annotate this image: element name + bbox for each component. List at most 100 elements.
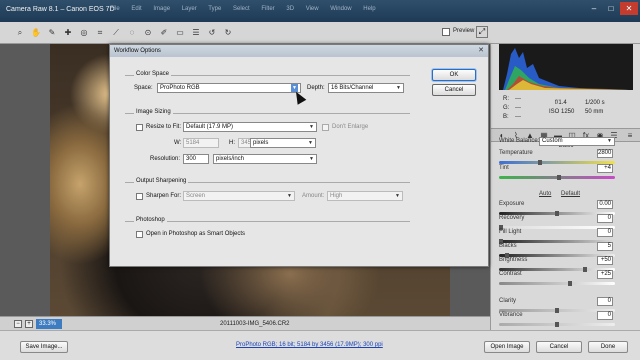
resize-to-fit-select[interactable]: Default (17.9 MP) ▼ (183, 122, 317, 132)
b-label: B: (503, 114, 509, 120)
adjustment-brush-icon[interactable]: ✐ (158, 27, 170, 39)
slider-thumb[interactable] (555, 322, 559, 327)
slider-thumb[interactable] (555, 308, 559, 313)
height-label: H: (229, 140, 235, 146)
zoom-tool-icon[interactable]: ⌕ (14, 27, 26, 39)
workflow-options-link[interactable]: ProPhoto RGB; 16 bit; 5184 by 3456 (17.9… (236, 342, 383, 348)
slider-value-field[interactable]: 0 (597, 214, 613, 223)
resolution-field[interactable]: 300 (183, 154, 209, 164)
depth-label: Depth: (307, 85, 325, 91)
resolution-unit-select[interactable]: pixels/inch ▼ (213, 154, 317, 164)
straighten-tool-icon[interactable]: ⟋ (110, 27, 122, 39)
sharpen-for-checkbox[interactable] (136, 193, 143, 200)
slider-value-field[interactable]: 0 (597, 311, 613, 320)
size-unit-select[interactable]: pixels ▼ (250, 138, 316, 148)
rotate-left-icon[interactable]: ↺ (206, 27, 218, 39)
chevron-down-icon: ▼ (396, 85, 401, 91)
slider-value-field[interactable]: 5 (597, 242, 613, 251)
slider-thumb[interactable] (555, 211, 559, 216)
zoom-in-button[interactable]: + (25, 320, 33, 328)
cancel-button[interactable]: Cancel (536, 341, 582, 353)
slider-label: Contrast (499, 271, 522, 277)
workflow-options-dialog: Workflow Options ✕ OK Cancel Color Space… (109, 44, 489, 267)
zoom-out-button[interactable]: − (14, 320, 22, 328)
color-sampler-icon[interactable]: ✚ (62, 27, 74, 39)
graduated-filter-icon[interactable]: ▭ (174, 27, 186, 39)
dont-enlarge-checkbox[interactable] (322, 124, 329, 131)
slider-value-field[interactable]: 0 (597, 297, 613, 306)
resolution-unit-value: pixels/inch (216, 156, 245, 162)
size-unit-value: pixels (253, 140, 269, 146)
space-select[interactable]: ProPhoto RGB ▼ (157, 83, 301, 93)
white-balance-select[interactable]: Custom ▼ (539, 137, 615, 146)
aperture: f/1.4 (555, 100, 567, 106)
red-eye-icon[interactable]: ⊙ (142, 27, 154, 39)
slider-value-field[interactable]: +4 (597, 164, 613, 173)
dont-enlarge-label: Don't Enlarge (332, 124, 369, 130)
resolution-label: Resolution: (150, 156, 181, 162)
resize-to-fit-value: Default (17.9 MP) (186, 124, 234, 130)
crop-tool-icon[interactable]: ⌗ (94, 27, 106, 39)
done-button[interactable]: Done (588, 341, 628, 353)
slider-thumb[interactable] (583, 267, 587, 272)
zoom-level-select[interactable]: 33.3% (36, 319, 62, 329)
slider-value-field[interactable]: +50 (597, 256, 613, 265)
menu-file: File (110, 6, 120, 12)
ok-button[interactable]: OK (432, 69, 476, 81)
slider-label: Vibrance (499, 312, 523, 318)
chevron-down-icon: ▼ (607, 138, 612, 144)
chevron-down-icon: ▼ (287, 193, 292, 199)
slider-thumb[interactable] (538, 160, 542, 165)
chevron-down-icon: ▼ (395, 193, 400, 199)
resize-to-fit-label: Resize to Fit: (146, 124, 182, 130)
slider-value-field[interactable]: 0.00 (597, 200, 613, 209)
menu-image: Image (153, 6, 171, 12)
slider-value-field[interactable]: +25 (597, 270, 613, 279)
slider-track[interactable] (499, 175, 615, 180)
menu-edit: Edit (131, 6, 142, 12)
save-image-button[interactable]: Save Image... (20, 341, 68, 353)
slider-thumb[interactable] (557, 175, 561, 180)
auto-link[interactable]: Auto (539, 191, 551, 197)
target-adjust-icon[interactable]: ◎ (78, 27, 90, 39)
slider-value-field[interactable]: 0 (597, 228, 613, 237)
space-value: ProPhoto RGB (160, 85, 200, 91)
dialog-cancel-button[interactable]: Cancel (432, 84, 476, 96)
menu-view: View (305, 6, 319, 12)
image-status-bar: − + 33.3% 20111003-IMG_5406.CR2 (0, 316, 490, 330)
spot-removal-icon[interactable]: ◌ (126, 27, 138, 39)
open-image-button[interactable]: Open Image (484, 341, 530, 353)
histogram-graph (503, 48, 629, 90)
amount-select[interactable]: High ▼ (327, 191, 403, 201)
adjustments-panel: R: --- G: --- B: --- f/1.4 1/200 s ISO 1… (490, 44, 640, 330)
title-bar: Camera Raw 8.1 – Canon EOS 7D File Edit … (0, 0, 640, 22)
slider-track[interactable] (499, 281, 615, 286)
fullscreen-icon[interactable]: ⤢ (476, 26, 488, 38)
r-value: --- (515, 96, 521, 102)
maximize-button[interactable]: □ (603, 2, 619, 15)
menu-type: Type (208, 6, 222, 12)
resize-to-fit-checkbox[interactable] (136, 124, 143, 131)
mouse-cursor-icon (291, 89, 307, 105)
panel-menu-icon[interactable]: ≡ (625, 131, 635, 141)
preview-checkbox[interactable] (442, 28, 450, 36)
g-value: --- (515, 105, 521, 111)
menu-window: Window (330, 6, 352, 12)
close-window-button[interactable]: ✕ (620, 2, 638, 15)
slider-label: Tint (499, 165, 509, 171)
dialog-close-icon[interactable]: ✕ (476, 46, 486, 56)
preferences-icon[interactable]: ☰ (190, 27, 202, 39)
rotate-right-icon[interactable]: ↻ (222, 27, 234, 39)
white-balance-tool-icon[interactable]: ✎ (46, 27, 58, 39)
smart-objects-checkbox[interactable] (136, 231, 143, 238)
sharpen-for-select[interactable]: Screen ▼ (183, 191, 295, 201)
hand-tool-icon[interactable]: ✋ (30, 27, 42, 39)
slider-thumb[interactable] (568, 281, 572, 286)
minimize-button[interactable]: – (586, 2, 602, 15)
file-name: 20111003-IMG_5406.CR2 (220, 321, 290, 327)
slider-track[interactable] (499, 322, 615, 327)
depth-select[interactable]: 16 Bits/Channel ▼ (328, 83, 404, 93)
default-link[interactable]: Default (561, 191, 580, 197)
slider-value-field[interactable]: 2800 (597, 149, 613, 158)
width-field[interactable]: 5184 (183, 138, 219, 148)
